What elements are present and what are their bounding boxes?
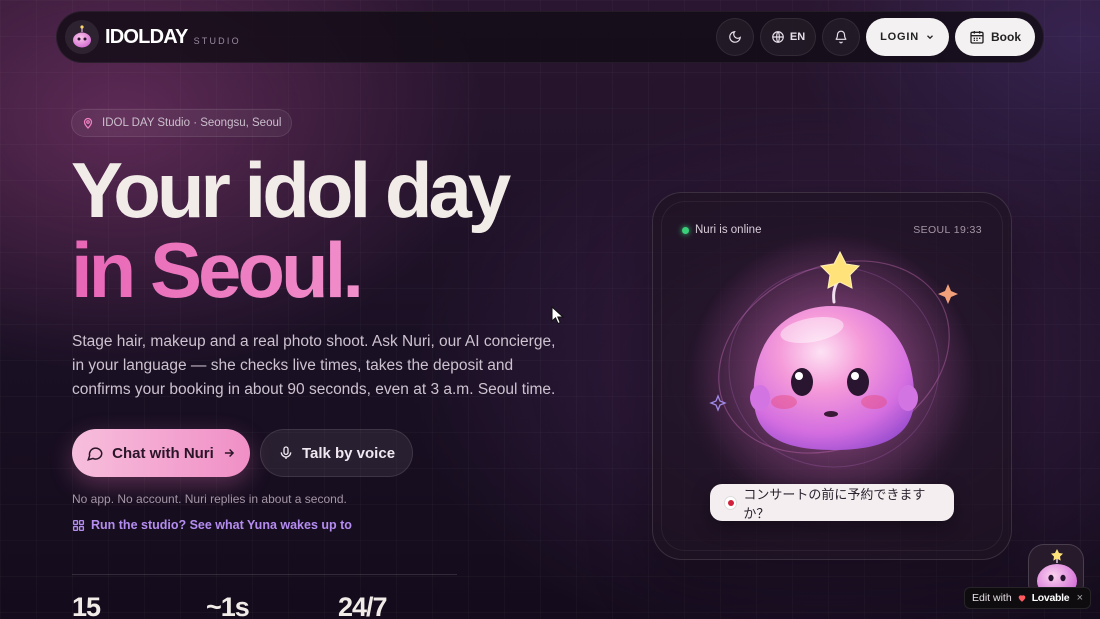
chat-with-nuri-button[interactable]: Chat with Nuri — [72, 429, 250, 477]
moon-icon — [729, 31, 741, 43]
lovable-label: Lovable — [1031, 592, 1070, 604]
hero-description: Stage hair, makeup and a real photo shoo… — [72, 333, 556, 398]
nuri-speech-bubble: コンサートの前に予約できますか？ — [710, 484, 954, 521]
edit-with-lovable-badge[interactable]: Edit with Lovable × — [964, 587, 1091, 609]
book-button[interactable]: Book — [955, 18, 1035, 56]
logo-mascot-icon[interactable] — [65, 20, 99, 54]
brand-subtitle: STUDIO — [193, 36, 241, 46]
hero-title-line1: Your idol day — [71, 146, 511, 234]
notifications-button[interactable] — [822, 18, 861, 56]
chevron-down-icon — [927, 35, 933, 40]
talk-by-voice-label: Talk by voice — [301, 444, 396, 462]
bell-icon — [835, 30, 847, 44]
stats-divider — [72, 574, 457, 575]
top-navbar: IDOLDAY STUDIO EN LOGIN Book — [56, 11, 1044, 63]
brand-name[interactable]: IDOLDAY — [105, 26, 188, 49]
studio-owner-link[interactable]: Run the studio? See what Yuna wakes up t… — [72, 518, 352, 532]
language-button[interactable]: EN — [759, 18, 817, 56]
map-pin-icon — [83, 117, 93, 129]
edit-with-label: Edit with — [972, 592, 1012, 604]
close-badge-button[interactable]: × — [1077, 592, 1083, 604]
hero-title: Your idol day in Seoul. — [71, 146, 511, 310]
japan-flag-icon — [724, 495, 738, 510]
hero-note: No app. No account. Nuri replies in abou… — [72, 492, 347, 506]
calendar-icon — [970, 31, 984, 44]
chat-with-nuri-label: Chat with Nuri — [112, 444, 214, 462]
speech-bubble-text: コンサートの前に予約できますか？ — [743, 486, 926, 521]
stat-value: 24/7 — [338, 592, 388, 619]
studio-owner-link-label: Run the studio? See what Yuna wakes up t… — [91, 518, 352, 532]
microphone-icon — [280, 446, 292, 459]
login-label: LOGIN — [880, 31, 919, 43]
stat-value: ~1s — [206, 592, 250, 619]
location-badge: IDOL DAY Studio · Seongsu, Seoul — [71, 109, 293, 137]
language-label: EN — [789, 31, 806, 43]
theme-toggle-button[interactable] — [715, 18, 754, 56]
grid-icon — [72, 519, 85, 531]
heart-icon — [1018, 595, 1026, 602]
login-button[interactable]: LOGIN — [866, 18, 949, 56]
chat-bubble-icon — [87, 447, 103, 461]
arrow-right-icon — [224, 448, 234, 458]
globe-icon — [772, 31, 784, 43]
stat-value: 15 — [72, 592, 101, 619]
location-text: IDOL DAY Studio · Seongsu, Seoul — [102, 117, 282, 129]
talk-by-voice-button[interactable]: Talk by voice — [260, 429, 413, 477]
hero-title-line2: in Seoul. — [71, 230, 507, 310]
mouse-cursor-icon — [551, 306, 565, 325]
book-label: Book — [991, 30, 1021, 44]
